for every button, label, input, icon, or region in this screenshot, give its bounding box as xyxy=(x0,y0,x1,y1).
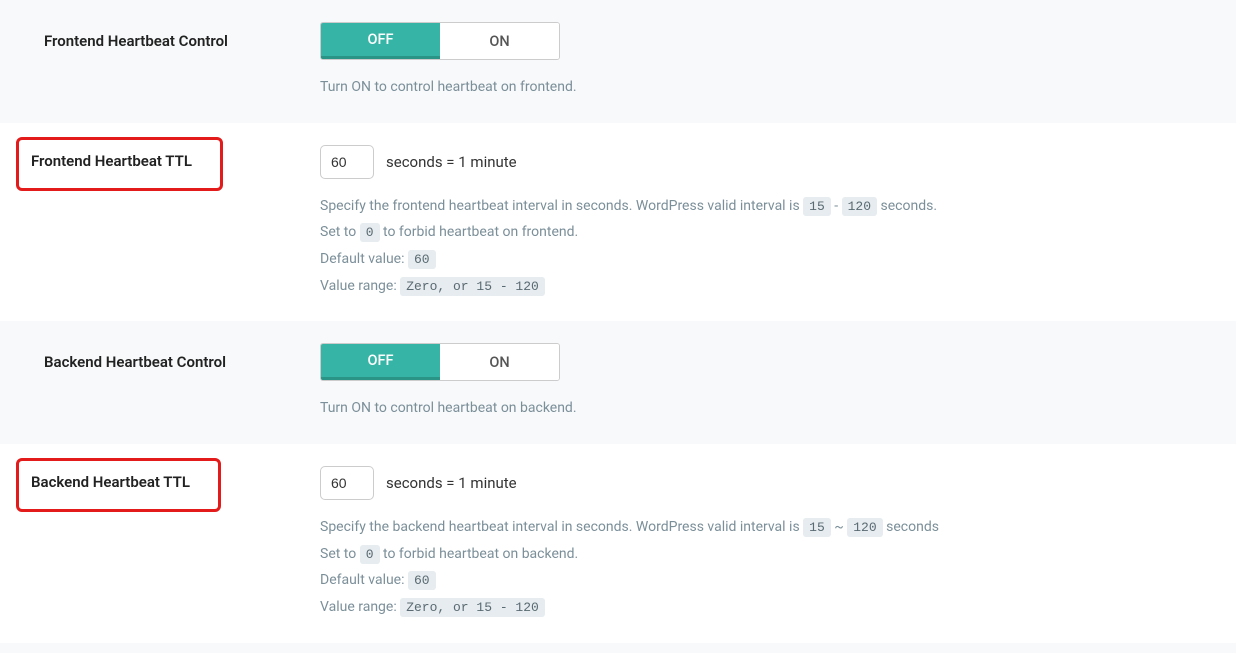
hint-frontend-control: Turn ON to control heartbeat on frontend… xyxy=(320,74,1236,101)
toggle-on[interactable]: ON xyxy=(440,344,559,380)
content-col: OFF ON Turn ON to control heartbeat on b… xyxy=(320,343,1236,422)
hint-backend-control: Turn ON to control heartbeat on backend. xyxy=(320,395,1236,422)
row-frontend-heartbeat-control: Frontend Heartbeat Control OFF ON Turn O… xyxy=(0,0,1236,123)
toggle-backend-heartbeat-control[interactable]: OFF ON xyxy=(320,343,560,381)
code-default: 60 xyxy=(408,571,436,590)
frontend-ttl-equals: seconds = 1 minute xyxy=(386,153,517,171)
label-backend-heartbeat-control: Backend Heartbeat Control xyxy=(44,353,226,371)
code-min: 15 xyxy=(803,518,831,537)
backend-ttl-equals: seconds = 1 minute xyxy=(386,474,517,492)
toggle-off[interactable]: OFF xyxy=(321,23,440,59)
label-col: Backend Heartbeat Control xyxy=(44,343,320,422)
label-frontend-heartbeat-control: Frontend Heartbeat Control xyxy=(44,32,228,50)
label-frontend-heartbeat-ttl: Frontend Heartbeat TTL xyxy=(31,152,192,170)
toggle-off[interactable]: OFF xyxy=(321,344,440,380)
code-zero: 0 xyxy=(360,223,380,242)
code-max: 120 xyxy=(847,518,882,537)
label-col: Frontend Heartbeat TTL xyxy=(44,145,320,300)
hint-backend-ttl: Specify the backend heartbeat interval i… xyxy=(320,514,1236,621)
code-range: Zero, or 15 - 120 xyxy=(400,277,545,296)
highlight-box: Frontend Heartbeat TTL xyxy=(16,137,223,191)
hint-frontend-ttl: Specify the frontend heartbeat interval … xyxy=(320,193,1236,300)
code-zero: 0 xyxy=(360,545,380,564)
content-col: OFF ON Turn ON to control heartbeat on f… xyxy=(320,22,1236,101)
input-backend-ttl[interactable] xyxy=(320,466,374,500)
code-default: 60 xyxy=(408,250,436,269)
row-frontend-heartbeat-ttl: Frontend Heartbeat TTL seconds = 1 minut… xyxy=(0,123,1236,322)
content-col: seconds = 1 minute Specify the frontend … xyxy=(320,145,1236,300)
toggle-on[interactable]: ON xyxy=(440,23,559,59)
code-min: 15 xyxy=(803,197,831,216)
row-backend-heartbeat-ttl: Backend Heartbeat TTL seconds = 1 minute… xyxy=(0,444,1236,643)
divider xyxy=(0,643,1236,653)
code-max: 120 xyxy=(842,197,877,216)
label-col: Backend Heartbeat TTL xyxy=(44,466,320,621)
content-col: seconds = 1 minute Specify the backend h… xyxy=(320,466,1236,621)
label-col: Frontend Heartbeat Control xyxy=(44,22,320,101)
row-backend-heartbeat-control: Backend Heartbeat Control OFF ON Turn ON… xyxy=(0,321,1236,444)
input-frontend-ttl[interactable] xyxy=(320,145,374,179)
code-range: Zero, or 15 - 120 xyxy=(400,598,545,617)
toggle-frontend-heartbeat-control[interactable]: OFF ON xyxy=(320,22,560,60)
highlight-box: Backend Heartbeat TTL xyxy=(16,458,221,512)
label-backend-heartbeat-ttl: Backend Heartbeat TTL xyxy=(31,473,190,491)
